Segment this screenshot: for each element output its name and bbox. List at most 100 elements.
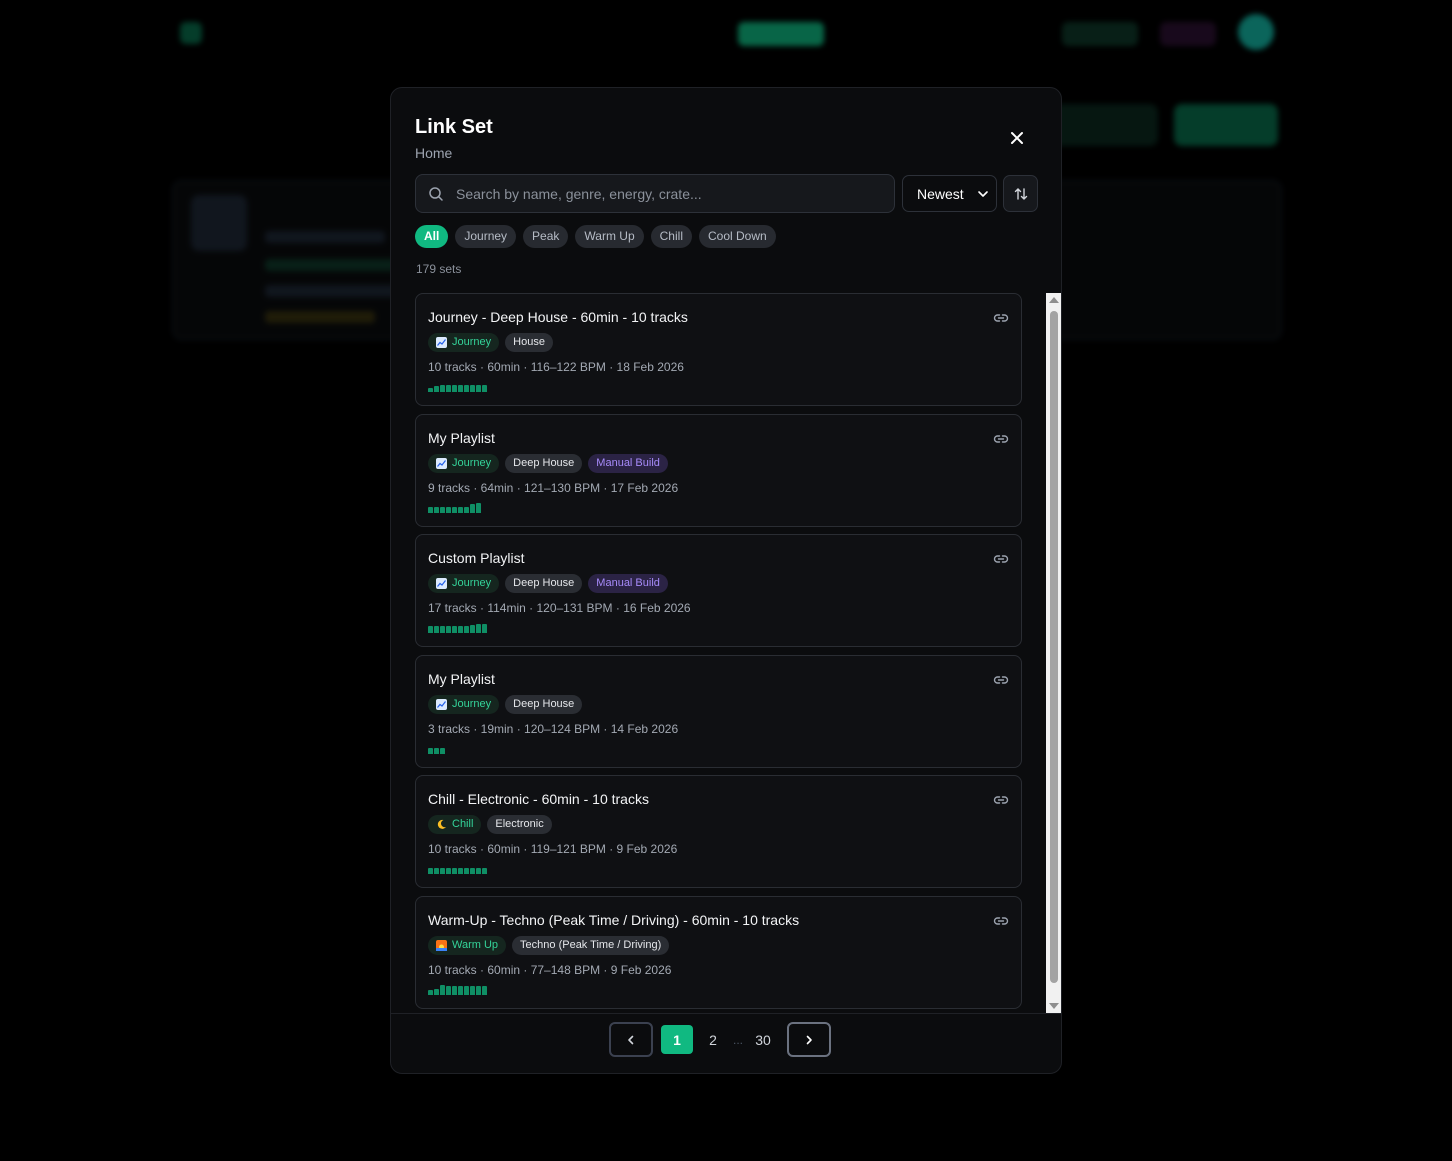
link-icon[interactable] [993,310,1009,326]
energy-bar [470,504,475,513]
set-meta: 10 tracks · 60min · 119–121 BPM · 9 Feb … [428,842,678,856]
sort-select[interactable]: Newest [902,175,997,212]
page-1-button[interactable]: 1 [661,1025,693,1054]
energy-bar [434,868,439,874]
background-avatar [1238,14,1274,50]
background-nav-item [838,22,858,46]
set-card[interactable]: My Playlist Journey Deep House Manual Build… [415,414,1022,527]
energy-bar [434,989,439,995]
sort-direction-button[interactable] [1003,175,1038,212]
energy-bars [428,380,487,392]
link-icon[interactable] [993,672,1009,688]
energy-bar [470,385,475,392]
set-tags: Journey Deep House Manual Build [428,574,668,593]
set-count: 179 sets [416,262,462,276]
link-icon[interactable] [993,792,1009,808]
next-page-button[interactable] [787,1022,832,1057]
filter-chip-warm-up[interactable]: Warm Up [575,225,644,248]
set-type-tag: Warm Up [428,936,507,955]
pagination-divider [391,1013,1061,1014]
set-type-tag: Journey [428,333,500,352]
energy-bar [458,868,463,874]
background-nav-item [428,22,448,46]
background-nav-item [632,22,652,46]
set-card[interactable]: Journey - Deep House - 60min - 10 tracks… [415,293,1022,406]
search-icon [428,186,444,202]
set-type-label: Journey [452,698,492,710]
search-input[interactable] [456,185,894,202]
scroll-down-icon[interactable] [1049,1003,1059,1009]
energy-bar [452,626,457,633]
set-card[interactable]: Chill - Electronic - 60min - 10 tracks Ch… [415,775,1022,888]
filter-chip-cool-down[interactable]: Cool Down [698,225,776,248]
chart-icon [436,699,447,710]
energy-bar [434,507,439,513]
energy-bar [452,868,457,874]
chart-icon [436,578,447,589]
energy-bar [464,986,469,995]
set-type-tag: Journey [428,574,500,593]
close-button[interactable] [1003,124,1031,152]
set-tags: Journey House [428,333,553,352]
genre-tag: Deep House [505,695,583,714]
energy-bar [434,386,439,392]
set-tags: Journey Deep House Manual Build [428,454,668,473]
previous-page-button[interactable] [609,1022,653,1057]
energy-bar [458,507,463,513]
link-icon[interactable] [993,551,1009,567]
energy-bar [458,385,463,392]
scrollbar-thumb[interactable] [1050,311,1058,983]
energy-bar [434,626,439,633]
set-title: Chill - Electronic - 60min - 10 tracks [428,791,649,807]
sort-arrows-icon [1014,187,1027,200]
set-type-label: Journey [452,577,492,589]
set-meta: 10 tracks · 60min · 77–148 BPM · 9 Feb 2… [428,963,672,977]
set-title: Custom Playlist [428,550,525,566]
scroll-up-icon[interactable] [1049,297,1059,303]
set-type-label: Chill [452,818,474,830]
energy-bar [440,385,445,392]
page-2-button[interactable]: 2 [697,1025,729,1054]
moon-icon [436,819,447,830]
filter-chip-journey[interactable]: Journey [455,225,517,248]
energy-bar [446,986,451,995]
chevron-left-icon [628,1035,634,1044]
sort-select-value: Newest [917,185,964,202]
energy-bar [470,868,475,874]
energy-bar [434,748,439,754]
link-icon[interactable] [993,913,1009,929]
energy-bars [428,742,445,754]
energy-bars [428,862,487,874]
energy-bars [428,501,481,513]
set-type-label: Journey [452,457,492,469]
set-card[interactable]: Custom Playlist Journey Deep House Manual B… [415,534,1022,647]
energy-bar [428,868,433,874]
energy-bar [440,626,445,633]
link-icon[interactable] [993,431,1009,447]
energy-bars [428,983,487,995]
genre-tag: House [505,333,553,352]
filter-chip-chill[interactable]: Chill [650,225,692,248]
search-field[interactable] [415,174,895,213]
set-card[interactable]: Warm-Up - Techno (Peak Time / Driving) -… [415,896,1022,1009]
set-meta: 9 tracks · 64min · 121–130 BPM · 17 Feb … [428,481,679,495]
set-title: Warm-Up - Techno (Peak Time / Driving) -… [428,912,800,928]
set-title: My Playlist [428,430,495,446]
energy-bar [482,868,487,874]
set-card[interactable]: My Playlist Journey Deep House 3 tracks · 1… [415,655,1022,768]
set-meta: 10 tracks · 60min · 116–122 BPM · 18 Feb… [428,360,684,374]
chevron-right-icon [806,1035,812,1044]
page-30-button[interactable]: 30 [747,1025,779,1054]
filter-chip-peak[interactable]: Peak [523,225,569,248]
set-tags: Chill Electronic [428,815,552,834]
set-tags: Warm Up Techno (Peak Time / Driving) [428,936,670,955]
energy-bar [476,503,481,513]
background-nav-item [528,22,548,46]
chart-icon [436,458,447,469]
filter-chip-all[interactable]: All [415,225,449,248]
set-title: My Playlist [428,671,495,687]
background-nav-item-active [738,22,824,46]
list-scrollbar[interactable] [1046,293,1061,1013]
set-meta: 17 tracks · 114min · 120–131 BPM · 16 Fe… [428,601,691,615]
set-tags: Journey Deep House [428,695,583,714]
